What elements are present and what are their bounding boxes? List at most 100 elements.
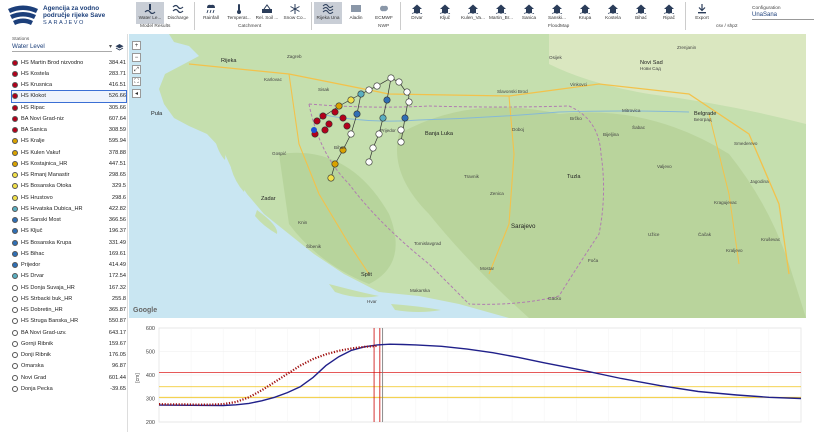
station-row[interactable]: HS Hrustovo 298.6: [12, 192, 126, 203]
station-row[interactable]: HS Hrvatska Dubica_HR 422.82: [12, 203, 126, 214]
map-view[interactable]: Rijeka Pula Zadar Split Banja Luka Sarajevo No…: [129, 34, 806, 318]
station-row[interactable]: HS Klokot 526.66: [11, 89, 127, 104]
station-marker[interactable]: [353, 110, 361, 118]
station-marker[interactable]: [401, 114, 409, 122]
toolbar-button-13[interactable]: Martin_Br...: [487, 2, 515, 24]
station-value: 595.94: [108, 138, 126, 145]
station-name: BA Novi Grad-niz: [21, 115, 64, 122]
station-marker[interactable]: [369, 144, 377, 152]
station-row[interactable]: HS Strbacki buk_HR 255.8: [12, 293, 126, 304]
station-row[interactable]: BA Sanica 308.59: [12, 125, 126, 136]
toolbar-button-1[interactable]: Water Le...: [136, 2, 164, 24]
toolbar-button-5[interactable]: Rel. Soil ...: [253, 2, 281, 24]
station-name: HS Bosanska Krupa: [21, 239, 72, 246]
station-row[interactable]: HS Kralje 595.94: [12, 136, 126, 147]
layers-icon[interactable]: [115, 43, 124, 52]
station-row[interactable]: HS Dobretin_HR 365.87: [12, 305, 126, 316]
station-marker[interactable]: [343, 122, 351, 130]
station-marker[interactable]: [313, 117, 321, 125]
station-row[interactable]: Donja Pecka -39.65: [12, 383, 126, 394]
station-row[interactable]: HS Ripac 305.66: [12, 102, 126, 113]
station-marker[interactable]: [339, 114, 347, 122]
station-marker[interactable]: [325, 120, 333, 128]
station-marker[interactable]: [331, 160, 339, 168]
station-row[interactable]: HS Sanski Most 366.56: [12, 215, 126, 226]
station-marker[interactable]: [373, 82, 381, 90]
toolbar-button-12[interactable]: Kulen_Va...: [459, 2, 487, 24]
station-row[interactable]: Gornji Ribnik 159.67: [12, 338, 126, 349]
toolbar-button-19[interactable]: Ripač: [655, 2, 683, 24]
toolbar-button-14[interactable]: Sanica: [515, 2, 543, 24]
toolbar-button-2[interactable]: Discharge: [164, 2, 192, 24]
toolbar-button-8[interactable]: Aladin: [342, 2, 370, 24]
station-row[interactable]: HS Krusnica 416.51: [12, 80, 126, 91]
toolbar-button-10[interactable]: Drvar: [403, 2, 431, 24]
configuration-value[interactable]: UnaSana: [752, 12, 814, 20]
toolbar-button-4[interactable]: Temperat...: [225, 2, 253, 24]
collapse-panel-button[interactable]: ◂: [132, 89, 141, 98]
station-value: 366.56: [108, 217, 126, 224]
station-marker[interactable]: [331, 108, 339, 116]
toolbar-button-label: ECMWF: [375, 15, 393, 20]
station-marker[interactable]: [403, 88, 411, 96]
station-row[interactable]: Omarska 96.87: [12, 361, 126, 372]
y-tick-label: 400: [146, 373, 155, 379]
station-row[interactable]: BA Novi Grad-niz 607.64: [12, 113, 126, 124]
station-marker[interactable]: [335, 102, 343, 110]
house-icon: [551, 4, 563, 14]
station-row[interactable]: HS Kulen Vakuf 378.88: [12, 147, 126, 158]
station-marker[interactable]: [395, 78, 403, 86]
zoom-out-button[interactable]: −: [132, 53, 141, 62]
toolbar-button-11[interactable]: Ključ: [431, 2, 459, 24]
station-status-dot: [12, 340, 18, 347]
toolbar-button-3[interactable]: Rainfall: [197, 2, 225, 24]
toolbar-button-7[interactable]: Rijeka Una: [314, 2, 342, 24]
station-row[interactable]: HS Bosanska Krupa 331.49: [12, 237, 126, 248]
station-marker[interactable]: [327, 174, 335, 182]
toolbar-button-15[interactable]: Sanski...: [543, 2, 571, 24]
station-marker[interactable]: [383, 96, 391, 104]
station-row[interactable]: HS Drvar 172.54: [12, 271, 126, 282]
toolbar-button-9[interactable]: ECMWF: [370, 2, 398, 24]
station-marker[interactable]: [357, 90, 365, 98]
station-marker[interactable]: [405, 98, 413, 106]
station-row[interactable]: HS Donja Suvaja_HR 167.32: [12, 282, 126, 293]
station-row[interactable]: Prijedor 414.49: [12, 260, 126, 271]
toolbar-button-6[interactable]: Snow Co...: [281, 2, 309, 24]
station-row[interactable]: Novi Grad 601.44: [12, 372, 126, 383]
fullscreen-button[interactable]: ⛶: [132, 77, 141, 86]
station-marker[interactable]: [397, 126, 405, 134]
toolbar-button-20[interactable]: Export: [688, 2, 716, 24]
fit-extent-button[interactable]: ⤢: [132, 65, 141, 74]
station-row[interactable]: BA Novi Grad-uzv. 643.17: [12, 327, 126, 338]
station-marker[interactable]: [397, 138, 405, 146]
station-row[interactable]: HS Struga Banska_HR 550.87: [12, 316, 126, 327]
toolbar-button-18[interactable]: Bihać: [627, 2, 655, 24]
station-marker[interactable]: [319, 112, 327, 120]
aladin-icon: [351, 5, 361, 12]
station-marker[interactable]: [387, 74, 395, 82]
selected-station-marker[interactable]: [311, 127, 317, 133]
station-marker[interactable]: [321, 126, 329, 134]
station-value: 329.5: [112, 183, 126, 190]
parameter-dropdown[interactable]: Water Level ▾: [12, 43, 112, 52]
station-name: HS Donja Suvaja_HR: [21, 284, 75, 291]
station-row[interactable]: HS Rmanj Manastir 298.65: [12, 170, 126, 181]
station-marker[interactable]: [347, 96, 355, 104]
toolbar-button-16[interactable]: Krupa: [571, 2, 599, 24]
station-row[interactable]: HS Kostajnica_HR 447.51: [12, 158, 126, 169]
station-marker[interactable]: [347, 130, 355, 138]
configuration-selector[interactable]: Configuration UnaSana: [752, 6, 814, 20]
station-row[interactable]: Donji Ribnik 176.05: [12, 350, 126, 361]
station-marker[interactable]: [379, 114, 387, 122]
toolbar-button-17[interactable]: Kostela: [599, 2, 627, 24]
station-row[interactable]: HS Ključ 196.37: [12, 226, 126, 237]
station-marker[interactable]: [365, 86, 373, 94]
station-row[interactable]: HS Martin Brod nizvodno 384.41: [12, 57, 126, 68]
station-row[interactable]: HS Bosanska Otoka 329.5: [12, 181, 126, 192]
station-marker[interactable]: [365, 158, 373, 166]
station-row[interactable]: HS Bihac 169.61: [12, 248, 126, 259]
station-row[interactable]: HS Kostela 283.71: [12, 68, 126, 79]
map-place-label: Prijedor: [380, 128, 396, 133]
zoom-in-button[interactable]: +: [132, 41, 141, 50]
